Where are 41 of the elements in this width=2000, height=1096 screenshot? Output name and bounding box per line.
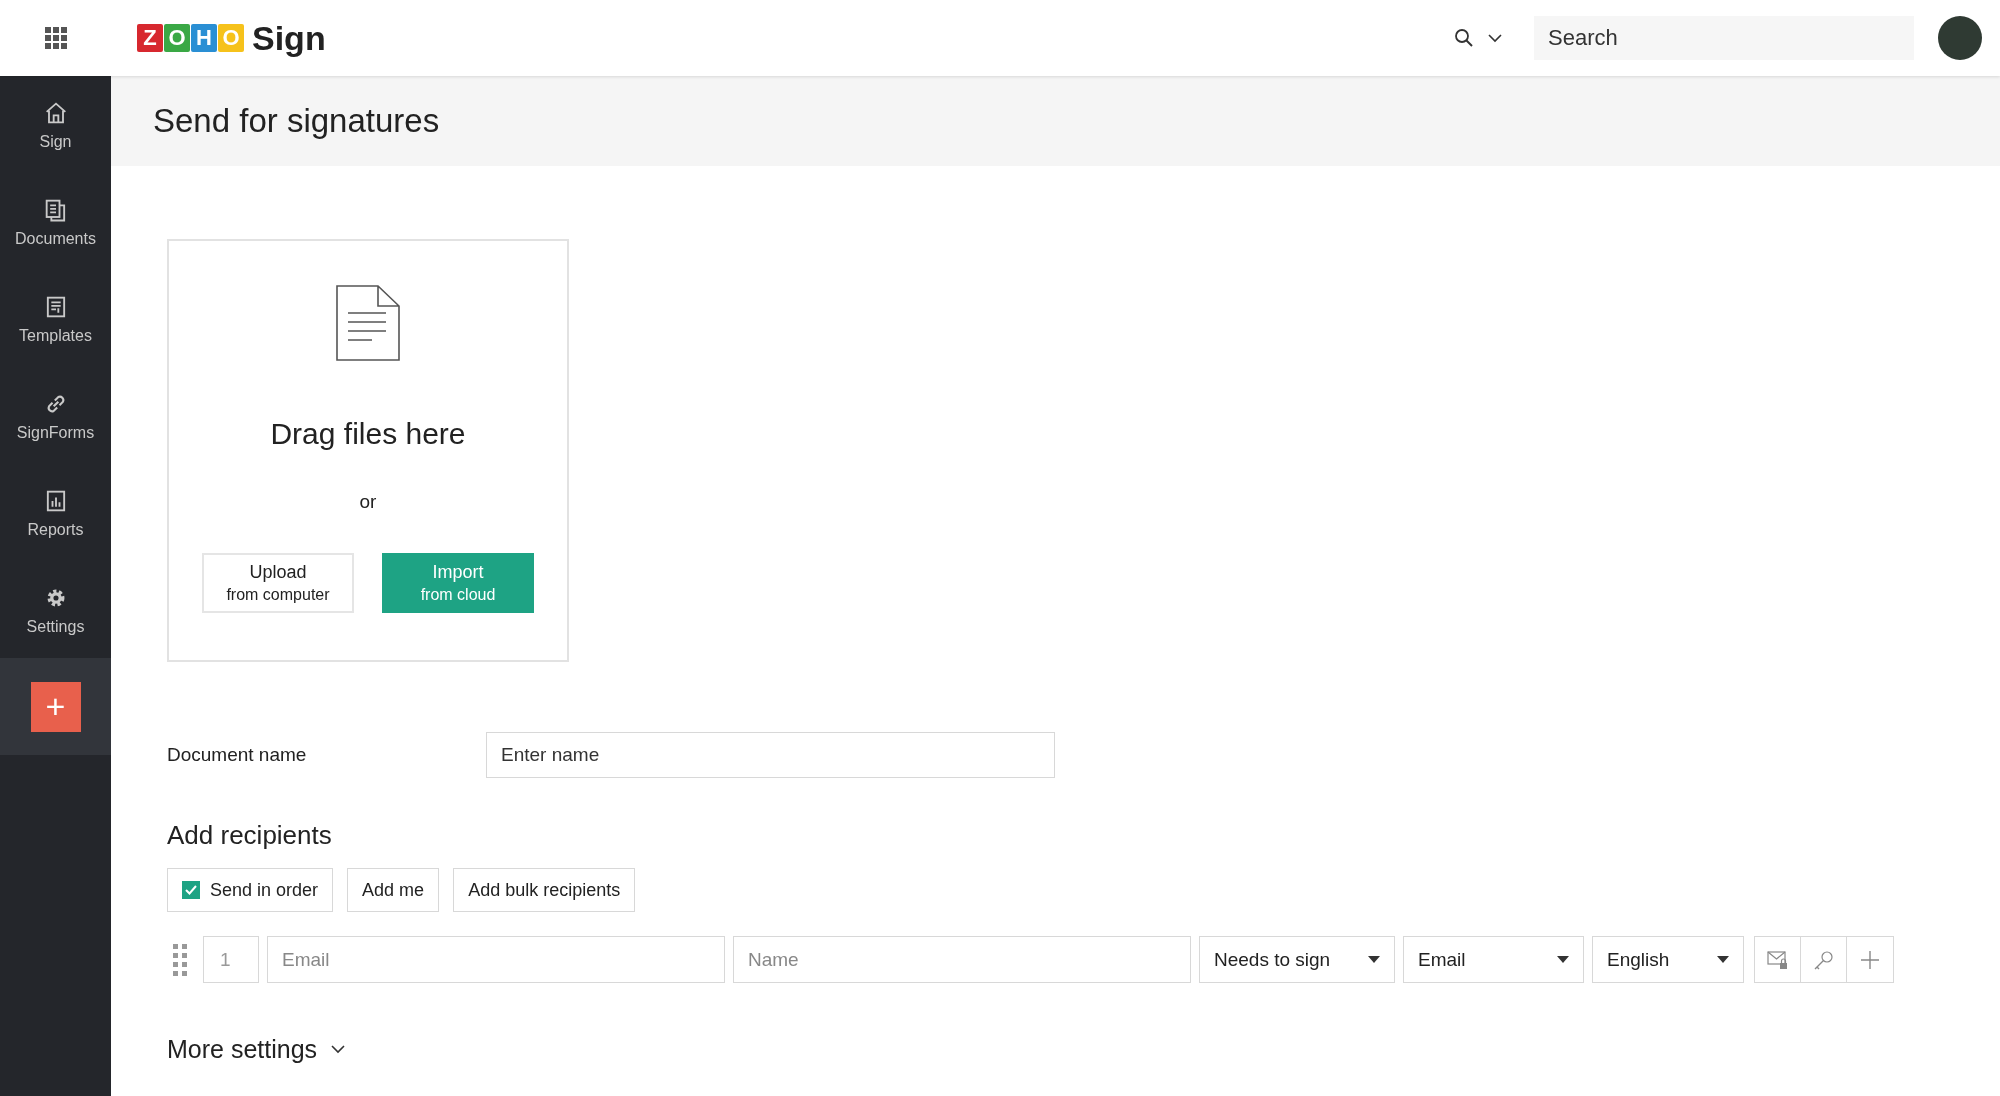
drag-handle-icon[interactable] (173, 943, 187, 976)
chevron-down-icon[interactable] (1488, 33, 1502, 43)
field-label: Document name (167, 744, 308, 766)
document-icon (336, 285, 400, 361)
sidebar-item[interactable]: Sign (0, 76, 111, 173)
delivery-dropdown[interactable]: Email (1403, 936, 1584, 983)
upload-button[interactable]: Upload from computer (202, 553, 354, 613)
product-name: Sign (252, 18, 326, 58)
drop-zone[interactable]: Drag files here or Upload from computer Import from cloud (167, 239, 569, 662)
mail-lock-icon (1766, 949, 1789, 970)
recipient-order: 1 (203, 936, 259, 983)
recipient-action-button[interactable]: Add me (347, 868, 440, 912)
section-heading: Add recipients (167, 820, 333, 851)
sidebar-item[interactable]: SignForms (0, 367, 111, 464)
avatar[interactable] (1938, 16, 1982, 60)
action-dropdown[interactable]: Needs to sign (1199, 936, 1395, 983)
more-settings-toggle[interactable]: More settings (167, 1035, 346, 1064)
sidebar-item[interactable]: Templates (0, 270, 111, 367)
recipient-action-button[interactable]: Add bulk recipients (453, 868, 636, 912)
search-icon[interactable] (1454, 28, 1474, 48)
language-dropdown[interactable]: English (1592, 936, 1744, 983)
email-field[interactable]: Email (267, 936, 725, 983)
page-title: Send for signatures (153, 102, 440, 140)
caret-icon (1368, 956, 1380, 963)
drag-hint: Drag files here (270, 417, 466, 451)
or-separator: or (359, 491, 377, 513)
logo-tiles: Z O H O (137, 24, 244, 52)
document-name-field[interactable]: Enter name (486, 732, 1055, 778)
sidebar-item[interactable]: Documents (0, 173, 111, 270)
name-field[interactable]: Name (733, 936, 1191, 983)
search-field[interactable]: Search (1534, 16, 1914, 60)
sidebar-item[interactable]: Reports (0, 464, 111, 561)
caret-icon (1717, 956, 1729, 963)
plus-icon (1860, 949, 1880, 970)
key-icon (1812, 948, 1835, 971)
caret-icon (1557, 956, 1569, 963)
chevron-down-icon (331, 1045, 346, 1054)
sidebar-item[interactable]: Settings (0, 561, 111, 658)
check-icon (185, 885, 197, 895)
app-grid-icon[interactable] (44, 27, 67, 49)
send-in-order-checkbox[interactable]: Send in order (167, 868, 334, 912)
